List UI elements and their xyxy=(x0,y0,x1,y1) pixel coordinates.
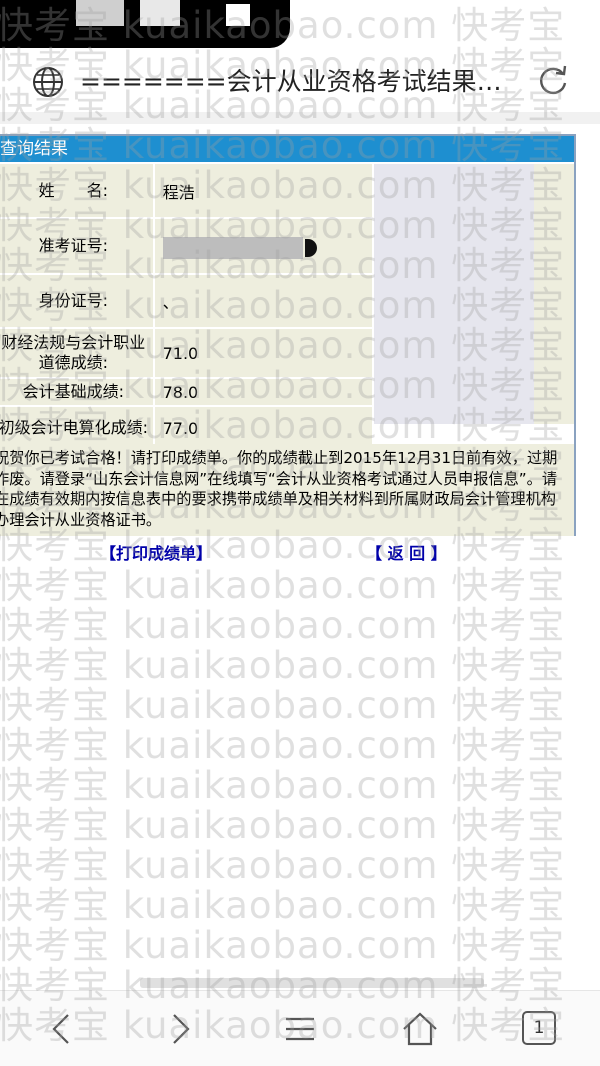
table-row: 姓 名: 程浩 xyxy=(0,164,375,219)
row-value xyxy=(153,218,375,275)
watermark-text: 快考宝 kuaikaobao.com 快考宝 xyxy=(0,844,566,887)
table-row: 准考证号: xyxy=(0,218,375,275)
page-title[interactable]: =======会计从业资格考试结果… xyxy=(80,66,500,98)
watermark-text: 快考宝 kuaikaobao.com 快考宝 xyxy=(0,884,566,927)
row-value: 程浩 xyxy=(153,164,375,219)
status-bar-block xyxy=(226,4,250,26)
row-label: 姓 名: xyxy=(0,164,155,219)
row-label: 身份证号: xyxy=(0,274,155,329)
back-icon[interactable] xyxy=(42,1009,82,1049)
row-value: 78.0 xyxy=(153,378,375,407)
redaction-block xyxy=(162,237,303,259)
table-row: 身份证号: 、 xyxy=(0,274,375,329)
address-bar[interactable]: =======会计从业资格考试结果… xyxy=(0,52,600,112)
photo-side xyxy=(534,164,574,424)
table-row: 会计基础成绩: 78.0 xyxy=(0,378,375,407)
watermark-text: 快考宝 kuaikaobao.com 快考宝 xyxy=(0,924,566,967)
watermark-text: 快考宝 kuaikaobao.com 快考宝 xyxy=(0,724,566,767)
reload-icon[interactable] xyxy=(536,64,570,98)
divider xyxy=(0,112,600,124)
result-notice: 祝贺你已考试合格！请打印成绩单。你的成绩截止到2015年12月31日前有效，过期… xyxy=(0,444,574,536)
table-row: 财经法规与会计职业道德成绩: 71.0 xyxy=(0,328,375,379)
status-bar-block xyxy=(76,0,124,26)
watermark-text: 快考宝 kuaikaobao.com 快考宝 xyxy=(0,804,566,847)
browser-nav-bar: 1 xyxy=(0,990,600,1066)
watermark-text: 快考宝 kuaikaobao.com 快考宝 xyxy=(0,644,566,687)
tabs-icon[interactable]: 1 xyxy=(522,1011,556,1045)
horizontal-scrollbar[interactable] xyxy=(140,978,484,988)
result-panel: 查询结果 姓 名: 程浩 准考证号: 身份证号: 、 财经法规与会计职业道德成绩… xyxy=(0,134,576,536)
panel-header: 查询结果 xyxy=(0,136,574,162)
watermark-text: 快考宝 kuaikaobao.com 快考宝 xyxy=(0,604,566,647)
result-table: 姓 名: 程浩 准考证号: 身份证号: 、 财经法规与会计职业道德成绩: 71.… xyxy=(0,164,375,451)
menu-icon[interactable] xyxy=(280,1009,320,1049)
status-bar-block xyxy=(140,0,180,26)
back-link[interactable]: 【 返 回 】 xyxy=(366,540,447,564)
globe-icon xyxy=(33,67,63,97)
forward-icon[interactable] xyxy=(160,1009,200,1049)
print-link[interactable]: 【打印成绩单】 xyxy=(100,540,212,564)
watermark-text: 快考宝 kuaikaobao.com 快考宝 xyxy=(0,564,566,607)
row-label: 财经法规与会计职业道德成绩: xyxy=(0,328,155,379)
watermark-text: 快考宝 kuaikaobao.com 快考宝 xyxy=(0,764,566,807)
row-label: 会计基础成绩: xyxy=(0,378,155,407)
row-value: 、 xyxy=(153,274,375,329)
row-value: 71.0 xyxy=(153,328,375,379)
status-bar xyxy=(0,0,600,50)
home-icon[interactable] xyxy=(400,1009,440,1049)
row-label: 准考证号: xyxy=(0,218,155,275)
watermark-text: 快考宝 kuaikaobao.com 快考宝 xyxy=(0,684,566,727)
redaction-block xyxy=(304,239,317,257)
photo-placeholder xyxy=(374,164,534,424)
